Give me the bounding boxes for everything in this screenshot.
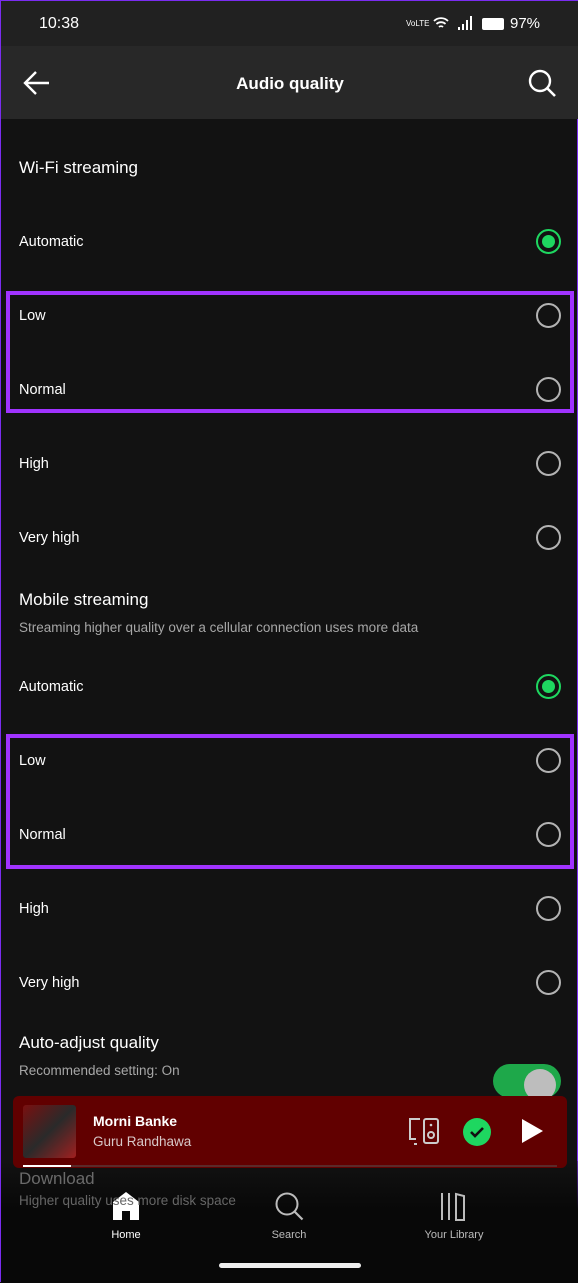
track-artist: Guru Randhawa bbox=[93, 1134, 192, 1149]
wifi-section-title: Wi-Fi streaming bbox=[19, 158, 139, 177]
status-bar: 10:38 VoLTE 97% bbox=[1, 1, 578, 46]
download-title: Download bbox=[19, 1169, 95, 1188]
mobile-radio-high[interactable] bbox=[536, 896, 561, 921]
wifi-option-very-high[interactable]: Very high bbox=[19, 530, 79, 546]
mobile-section-title: Mobile streaming bbox=[19, 590, 149, 609]
battery-icon bbox=[482, 18, 504, 30]
search-icon[interactable] bbox=[527, 68, 559, 100]
album-art bbox=[23, 1105, 76, 1158]
mobile-radio-automatic[interactable] bbox=[536, 674, 561, 699]
status-time: 10:38 bbox=[39, 15, 80, 32]
nav-label: Search bbox=[271, 1229, 307, 1241]
progress-fill bbox=[23, 1165, 72, 1167]
highlight-box bbox=[6, 734, 574, 869]
library-icon bbox=[441, 1192, 465, 1221]
play-icon[interactable] bbox=[520, 1118, 544, 1144]
auto-adjust-title: Auto-adjust quality bbox=[19, 1033, 159, 1052]
wifi-option-automatic[interactable]: Automatic bbox=[19, 234, 83, 250]
mobile-option-very-high[interactable]: Very high bbox=[19, 975, 79, 991]
nav-library[interactable]: Your Library bbox=[394, 1191, 514, 1251]
search-icon bbox=[275, 1192, 304, 1221]
nav-label: Home bbox=[111, 1229, 141, 1241]
home-indicator bbox=[219, 1263, 361, 1268]
wifi-radio-automatic[interactable] bbox=[536, 229, 561, 254]
wifi-radio-high[interactable] bbox=[536, 451, 561, 476]
wifi-icon bbox=[433, 17, 449, 28]
mobile-radio-very-high[interactable] bbox=[536, 970, 561, 995]
download-subtitle: Higher quality uses more disk space bbox=[19, 1193, 236, 1208]
page-title: Audio quality bbox=[236, 74, 344, 93]
mobile-section-subtitle: Streaming higher quality over a cellular… bbox=[19, 620, 419, 635]
wifi-option-high[interactable]: High bbox=[19, 456, 49, 472]
saved-check-icon[interactable] bbox=[462, 1117, 492, 1147]
auto-adjust-subtitle: Recommended setting: On bbox=[19, 1063, 180, 1078]
highlight-box bbox=[6, 291, 574, 413]
battery-percent: 97% bbox=[510, 15, 541, 32]
wifi-radio-very-high[interactable] bbox=[536, 525, 561, 550]
mobile-option-automatic[interactable]: Automatic bbox=[19, 679, 83, 695]
mini-player[interactable]: Morni Banke Guru Randhawa bbox=[13, 1096, 567, 1168]
volte-indicator: VoLTE bbox=[406, 19, 430, 28]
progress-track bbox=[23, 1165, 557, 1167]
mobile-option-high[interactable]: High bbox=[19, 901, 49, 917]
nav-label: Your Library bbox=[424, 1229, 484, 1241]
connect-device-icon[interactable] bbox=[408, 1117, 440, 1147]
track-title: Morni Banke bbox=[93, 1113, 178, 1129]
nav-search[interactable]: Search bbox=[229, 1191, 349, 1251]
signal-icon bbox=[458, 16, 472, 30]
